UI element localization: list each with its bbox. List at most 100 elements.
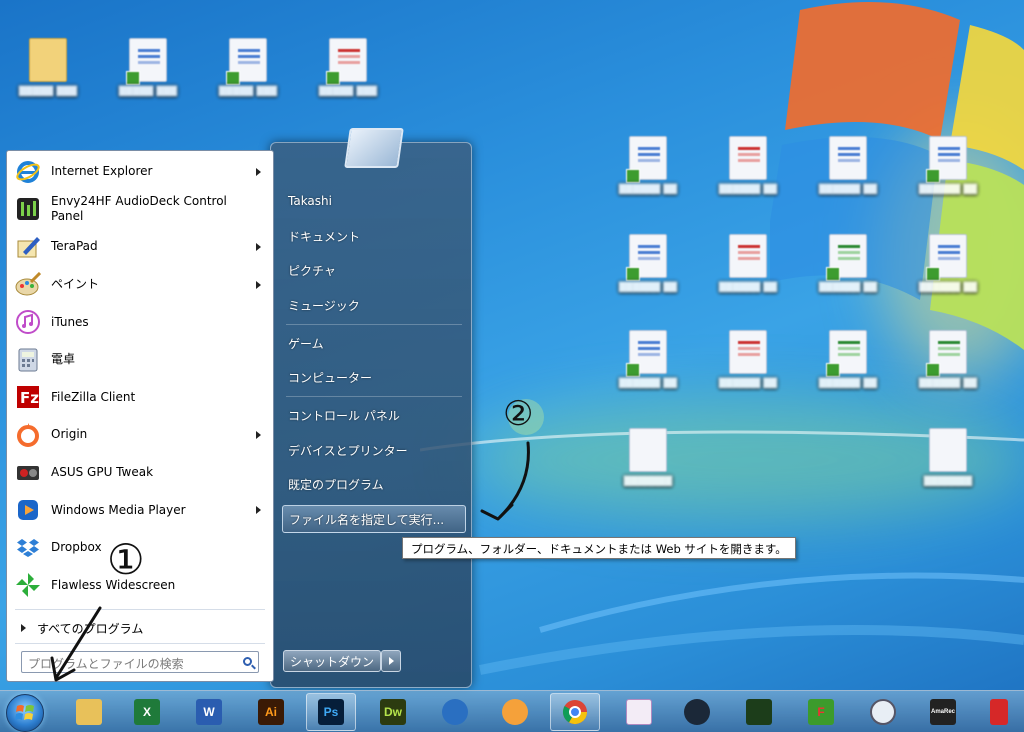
access-database-icon	[729, 136, 767, 180]
desktop-icon[interactable]: ██████ ██	[700, 234, 796, 294]
start-menu-item-label: ミュージック	[288, 298, 360, 313]
cola-icon	[990, 699, 1008, 725]
calculator-icon	[13, 345, 43, 375]
start-menu-item-run[interactable]: ファイル名を指定して実行...	[282, 505, 466, 533]
desktop-icon-label: ██████ ██	[918, 379, 978, 389]
start-menu-item-default-programs[interactable]: 既定のプログラム	[282, 470, 466, 498]
taskbar-thunderbird[interactable]	[430, 693, 480, 731]
desktop-icon[interactable]: ██████ ██	[900, 234, 996, 294]
taskbar-excel[interactable]: X	[122, 693, 172, 731]
taskbar-steam[interactable]	[672, 693, 722, 731]
start-menu-item-label: ファイル名を指定して実行...	[289, 512, 445, 527]
taskbar-media[interactable]	[734, 693, 784, 731]
program-item[interactable]: iTunes	[7, 303, 273, 341]
start-menu-item-label: Takashi	[288, 194, 332, 208]
chrome-icon	[562, 700, 587, 725]
desktop-icon-label: ██████ ██	[818, 283, 878, 293]
submenu-arrow-icon	[256, 242, 261, 251]
start-menu-item-control-panel[interactable]: コントロール パネル	[282, 401, 466, 429]
taskbar-word[interactable]: W	[184, 693, 234, 731]
desktop-icon[interactable]: ██████ ██	[900, 136, 996, 196]
program-item[interactable]: Origin	[7, 416, 273, 454]
access-database-icon	[729, 234, 767, 278]
word-document-icon	[829, 136, 867, 180]
start-button[interactable]	[6, 694, 44, 732]
program-item[interactable]: 電卓	[7, 341, 273, 379]
illustrator-icon: Ai	[258, 699, 284, 725]
desktop-icon[interactable]: █████ ███	[200, 38, 296, 98]
ffmpeg-icon: F	[808, 699, 834, 725]
media-icon	[746, 699, 772, 725]
desktop-icon[interactable]: ██████ ██	[900, 330, 996, 390]
taskbar-chrome[interactable]	[550, 693, 600, 731]
shutdown-button[interactable]: シャットダウン	[283, 650, 381, 672]
taskbar-explorer[interactable]	[64, 693, 114, 731]
excel-icon: X	[134, 699, 160, 725]
taskbar-scratch[interactable]	[490, 693, 540, 731]
desktop-icon[interactable]: █████ ███	[300, 38, 396, 98]
terapad-icon	[13, 232, 43, 262]
arrow-right-icon	[21, 624, 26, 632]
desktop-icon[interactable]: ███████	[600, 428, 696, 488]
annotation-mark-1: ①	[107, 535, 145, 584]
start-menu-item-label: ゲーム	[288, 336, 324, 351]
program-item[interactable]: Internet Explorer	[7, 153, 273, 191]
start-menu-item-documents[interactable]: ドキュメント	[282, 222, 466, 250]
desktop-icon[interactable]: ██████ ██	[600, 330, 696, 390]
taskbar-notepad[interactable]	[614, 693, 664, 731]
document-icon	[326, 38, 367, 85]
access-database-icon	[729, 330, 767, 374]
asus-gpu-tweak-icon	[13, 458, 43, 488]
explorer-icon	[76, 699, 102, 725]
program-item[interactable]: Windows Media Player	[7, 491, 273, 529]
taskbar-illustrator[interactable]: Ai	[246, 693, 296, 731]
desktop-icon[interactable]: █████ ███	[100, 38, 196, 98]
program-item[interactable]: Fz FileZilla Client	[7, 379, 273, 417]
taskbar-amarec[interactable]: AmaRec	[918, 693, 968, 731]
shutdown-options-button[interactable]	[381, 650, 401, 672]
start-menu-item-games[interactable]: ゲーム	[282, 329, 466, 357]
start-menu-item-label: ピクチャ	[288, 263, 336, 278]
user-picture[interactable]	[344, 128, 404, 168]
desktop-icon[interactable]: ███████	[900, 428, 996, 488]
taskbar-webcam[interactable]	[858, 693, 908, 731]
internet-explorer-icon	[13, 157, 43, 187]
taskbar-cola[interactable]	[974, 693, 1024, 731]
desktop-icon[interactable]: ██████ ██	[800, 136, 896, 196]
taskbar-dreamweaver[interactable]: Dw	[368, 693, 418, 731]
program-label: 電卓	[51, 352, 76, 367]
desktop-icon[interactable]: ██████ ██	[700, 136, 796, 196]
start-menu-item-user[interactable]: Takashi	[282, 187, 466, 215]
desktop-icon-label: █████ ███	[118, 87, 178, 97]
itunes-icon	[13, 307, 43, 337]
start-menu-item-label: ドキュメント	[288, 229, 361, 244]
desktop-icon-label: █████ ███	[318, 87, 378, 97]
photoshop-icon: Ps	[318, 699, 344, 725]
desktop-icon[interactable]: ██████ ██	[600, 234, 696, 294]
desktop-icon-label: ██████ ██	[918, 283, 978, 293]
desktop-icon[interactable]: ██████ ██	[800, 330, 896, 390]
program-item[interactable]: ASUS GPU Tweak	[7, 454, 273, 492]
desktop-icon[interactable]: ██████ ██	[800, 234, 896, 294]
program-item[interactable]: Envy24HF AudioDeck Control Panel	[7, 191, 273, 229]
start-menu-item-music[interactable]: ミュージック	[282, 291, 466, 319]
dropbox-icon	[13, 533, 43, 563]
excel-document-icon	[926, 330, 967, 377]
desktop-icon[interactable]: ██████ ██	[700, 330, 796, 390]
taskbar-ffmpeg[interactable]: F	[796, 693, 846, 731]
paint-icon	[13, 270, 43, 300]
search-icon[interactable]	[243, 657, 252, 666]
desktop-icon[interactable]: █████ ███	[0, 38, 96, 98]
taskbar-photoshop[interactable]: Ps	[306, 693, 356, 731]
start-menu-item-pictures[interactable]: ピクチャ	[282, 256, 466, 284]
program-item[interactable]: TeraPad	[7, 228, 273, 266]
word-document-icon	[626, 136, 667, 183]
word-document-icon	[126, 38, 167, 85]
program-item[interactable]: ペイント	[7, 266, 273, 304]
word-icon: W	[196, 699, 222, 725]
desktop-icon[interactable]: ██████ ██	[600, 136, 696, 196]
start-menu-item-computer[interactable]: コンピューター	[282, 363, 466, 391]
start-menu-item-devices-printers[interactable]: デバイスとプリンター	[282, 436, 466, 464]
svg-text:Fz: Fz	[20, 389, 39, 407]
windows-media-player-icon	[13, 495, 43, 525]
